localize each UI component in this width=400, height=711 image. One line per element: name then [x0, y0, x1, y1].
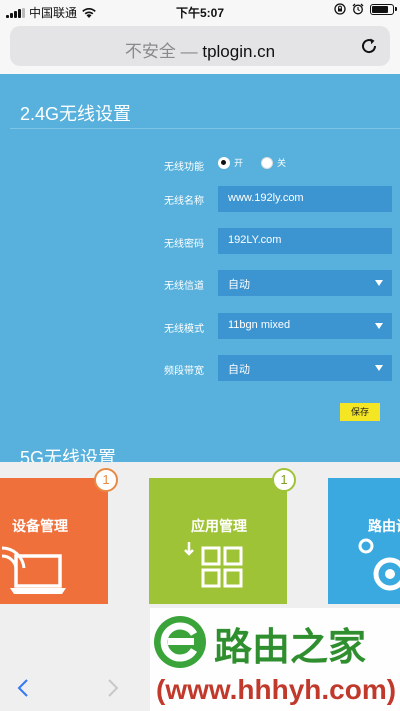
- chevron-down-icon: [375, 365, 383, 371]
- tile-router-settings[interactable]: 路由设置: [328, 478, 400, 604]
- watermark-title: 路由之家: [214, 627, 367, 669]
- battery-icon: [370, 3, 397, 15]
- watermark-logo-icon: [154, 616, 206, 668]
- mode-value: 11bgn mixed: [228, 319, 291, 331]
- mode-label: 无线模式: [164, 324, 204, 335]
- wireless-function-label: 无线功能: [164, 162, 204, 173]
- channel-value: 自动: [228, 279, 250, 291]
- radio-off-label: 关: [277, 158, 287, 168]
- radio-on-label: 开: [234, 158, 244, 168]
- notification-badge: 1: [272, 468, 296, 492]
- radio-off[interactable]: [261, 156, 274, 169]
- watermark-url: (www.hhhyh.com): [156, 674, 397, 705]
- section-title-5g: 5G无线设置: [20, 448, 117, 462]
- section-divider: [10, 128, 400, 129]
- address-bar[interactable]: 不安全 — tplogin.cn: [10, 26, 390, 66]
- save-button[interactable]: 保存: [340, 403, 380, 421]
- url-domain: tplogin.cn: [202, 42, 276, 61]
- watermark: 路由之家 (www.hhhyh.com): [150, 608, 400, 711]
- bandwidth-value: 自动: [228, 364, 250, 376]
- alarm-icon: [352, 3, 364, 15]
- rotation-lock-icon: [334, 3, 346, 15]
- url-text: 不安全 — tplogin.cn: [10, 37, 390, 62]
- forward-icon[interactable]: [104, 678, 122, 698]
- settings-page: 2.4G无线设置 无线功能 开 关 无线名称 www.192ly.com 无线密…: [0, 74, 400, 462]
- back-icon[interactable]: [14, 678, 32, 698]
- channel-select[interactable]: 自动: [218, 270, 392, 296]
- bandwidth-select[interactable]: 自动: [218, 355, 392, 381]
- security-label: 不安全: [124, 42, 176, 61]
- ssid-label: 无线名称: [164, 196, 204, 207]
- reload-icon[interactable]: [358, 35, 380, 57]
- tile-device-management[interactable]: 设备管理: [0, 478, 108, 604]
- notification-badge: 1: [94, 468, 118, 492]
- status-right: [334, 3, 397, 15]
- channel-label: 无线信道: [164, 281, 204, 292]
- mode-select[interactable]: 11bgn mixed: [218, 313, 392, 339]
- tile-label: 路由设置: [368, 518, 400, 534]
- url-separator: —: [180, 42, 198, 61]
- ssid-input[interactable]: www.192ly.com: [218, 186, 392, 212]
- status-bar: 中国联通 下午5:07: [0, 0, 400, 22]
- tile-app-management[interactable]: 应用管理: [149, 478, 287, 604]
- tile-label: 设备管理: [12, 518, 68, 534]
- chevron-down-icon: [375, 323, 383, 329]
- tile-label: 应用管理: [191, 518, 247, 534]
- app-grid-icon: [184, 542, 243, 588]
- laptop-icon: [1, 546, 66, 594]
- password-label: 无线密码: [164, 239, 204, 250]
- wireless-function-radio-group: 开 关: [218, 156, 286, 169]
- browser-toolbar: 不安全 — tplogin.cn: [0, 22, 400, 74]
- radio-on[interactable]: [218, 156, 230, 169]
- bandwidth-label: 频段带宽: [164, 366, 204, 377]
- chevron-down-icon: [375, 280, 383, 286]
- gear-icon: [358, 538, 400, 591]
- section-title-24g: 2.4G无线设置: [20, 104, 132, 124]
- password-input[interactable]: 192LY.com: [218, 228, 392, 254]
